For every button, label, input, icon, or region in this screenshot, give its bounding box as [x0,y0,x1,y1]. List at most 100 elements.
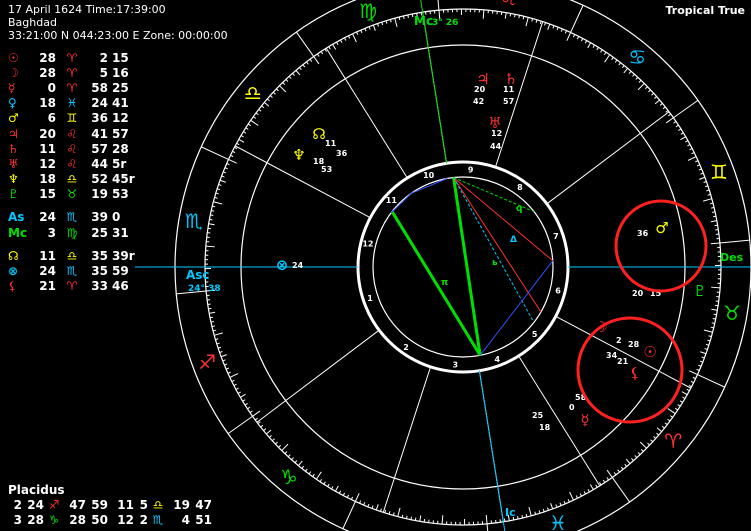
planet-glyph-icon: ⊗ [276,256,289,274]
zodiac-sign-icon: ♉ [723,301,741,325]
degree-tick [661,425,665,429]
sign-boundary [697,374,725,388]
degree-tick [364,28,367,32]
degree-tick [656,432,660,436]
degree-tick [219,351,223,353]
sign-boundary [570,5,584,33]
degree-tick [205,245,215,248]
degree-tick [604,54,611,63]
degree-tick [402,15,405,20]
degree-tick [313,56,320,65]
degree-tick [706,189,710,192]
degree-tick [528,506,532,516]
planet-minute-label: 21 [617,357,629,366]
degree-tick [563,500,566,505]
degree-tick [295,70,301,76]
zodiac-sign-icon: ♓ [549,511,567,531]
degree-tick [564,30,567,34]
degree-tick [320,51,324,55]
house-number: 8 [517,183,523,192]
degree-tick [221,175,225,178]
degree-tick [308,471,312,475]
degree-tick [669,415,673,418]
degree-tick [535,19,538,23]
planet-degree-label: 11 [325,139,337,148]
degree-tick [668,113,672,117]
descendant-label: Des [720,251,744,264]
degree-tick [215,192,219,195]
degree-tick [687,144,691,147]
degree-tick [242,399,246,402]
degree-tick [218,184,222,186]
degree-tick [690,380,694,384]
degree-tick [621,65,625,69]
zodiac-sign-icon: ♌ [500,0,518,10]
degree-tick [392,512,395,516]
degree-tick [638,79,642,83]
degree-tick [385,20,388,24]
planet-degree-label: 24 [292,261,304,270]
degree-tick [226,163,230,166]
degree-tick [617,469,620,473]
chart-wheel: ♈♉♊♋♌♍♎♏♐♑♒♓123456789101112 Asc24° 38Des… [135,0,751,531]
degree-tick [375,504,379,511]
sign-boundary [611,477,631,503]
degree-tick [352,33,357,43]
degree-tick [618,62,621,66]
degree-tick [692,376,696,380]
degree-tick [305,468,308,472]
degree-tick [209,316,214,319]
degree-tick [331,486,334,490]
degree-tick [344,37,347,41]
degree-tick [587,489,590,493]
degree-tick [240,393,246,398]
degree-tick [575,495,578,499]
degree-tick [231,379,235,382]
degree-tick [556,27,559,31]
degree-tick [644,86,648,90]
degree-tick [632,73,635,77]
degree-tick [209,218,213,221]
degree-tick [611,57,614,61]
house-cusp-line [555,315,692,389]
house-cusp-line [325,47,408,179]
planet-glyph-icon: ☊ [312,125,325,143]
degree-tick [689,148,693,151]
degree-tick [525,17,529,27]
degree-tick [560,28,563,32]
degree-tick [509,13,512,17]
degree-tick [699,360,703,363]
degree-tick [411,13,414,18]
degree-tick [264,101,270,107]
degree-tick [555,504,558,508]
imum-coeli-label: Ic [505,506,516,519]
degree-tick [285,79,289,82]
degree-tick [517,515,519,520]
degree-tick [350,496,354,500]
degree-tick [485,514,488,524]
degree-tick [401,514,404,518]
degree-tick [688,384,692,388]
degree-tick [441,515,444,525]
degree-tick [211,325,216,328]
zodiac-sign-icon: ♎ [244,81,262,105]
planet-minute-label: 0 [569,403,575,412]
degree-tick [232,150,236,154]
degree-tick [228,158,237,164]
degree-tick [249,410,253,413]
degree-tick [419,515,422,522]
house-number: 9 [468,165,474,174]
house-cusp-line [546,111,670,205]
degree-tick [368,26,371,30]
degree-tick [354,493,360,502]
house-cusp-line [494,21,544,168]
degree-tick [579,493,582,497]
midheaven-value: 3° 26 [432,18,458,28]
house-number: 6 [555,287,561,296]
degree-tick [211,210,215,212]
degree-tick [637,83,645,91]
degree-tick [679,400,683,403]
degree-tick [522,16,525,20]
degree-tick [673,121,677,124]
degree-tick [260,424,264,428]
